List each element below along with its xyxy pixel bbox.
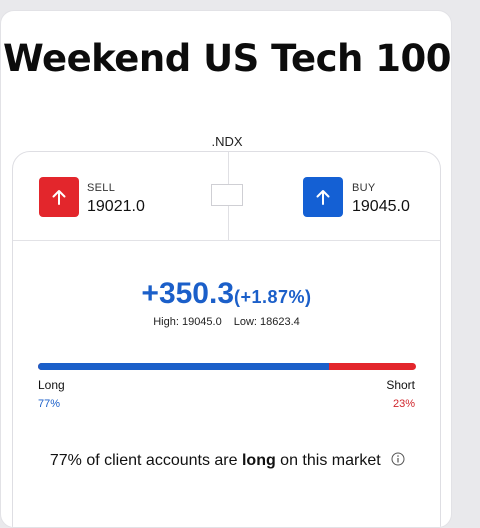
sell-price: 19021.0 <box>87 198 145 215</box>
arrow-up-icon <box>52 190 66 205</box>
sentiment-bar <box>38 363 416 370</box>
change-percent: (+1.87%) <box>234 287 312 307</box>
sentiment-text-prefix: 77% of client accounts are <box>49 452 242 469</box>
buy-button[interactable] <box>303 177 343 217</box>
low-value: Low: 18623.4 <box>233 316 300 328</box>
short-label: Short <box>386 378 415 392</box>
sentiment-text-bold: long <box>241 452 276 469</box>
divider-horizontal <box>13 240 440 241</box>
long-label: Long <box>38 378 65 392</box>
sentiment-bar-long <box>38 363 330 370</box>
high-low: High: 19045.0 Low: 18623.4 <box>13 316 440 328</box>
sell-label: SELL <box>87 182 116 194</box>
sell-button[interactable] <box>39 177 79 217</box>
market-card: Weekend US Tech 100 .NDX SELL 19021.0 BU… <box>0 10 452 528</box>
high-value: High: 19045.0 <box>153 316 222 328</box>
sentiment-text: 77% of client accounts are long on this … <box>43 447 412 474</box>
trade-panel: SELL 19021.0 BUY 19045.0 +350.3(+1.87%) … <box>12 151 441 527</box>
sentiment-text-suffix: on this market <box>275 452 381 469</box>
arrow-up-icon <box>316 190 330 205</box>
market-title: Weekend US Tech 100 <box>3 37 451 80</box>
info-icon[interactable] <box>391 452 405 466</box>
long-percent: 77% <box>38 398 61 410</box>
change-value: +350.3 <box>141 277 235 310</box>
price-change: +350.3(+1.87%) <box>13 277 440 311</box>
short-percent: 23% <box>392 398 415 410</box>
buy-label: BUY <box>352 182 376 194</box>
spread-box <box>211 184 243 206</box>
ticker-symbol: .NDX <box>211 134 243 149</box>
buy-price: 19045.0 <box>352 198 410 215</box>
